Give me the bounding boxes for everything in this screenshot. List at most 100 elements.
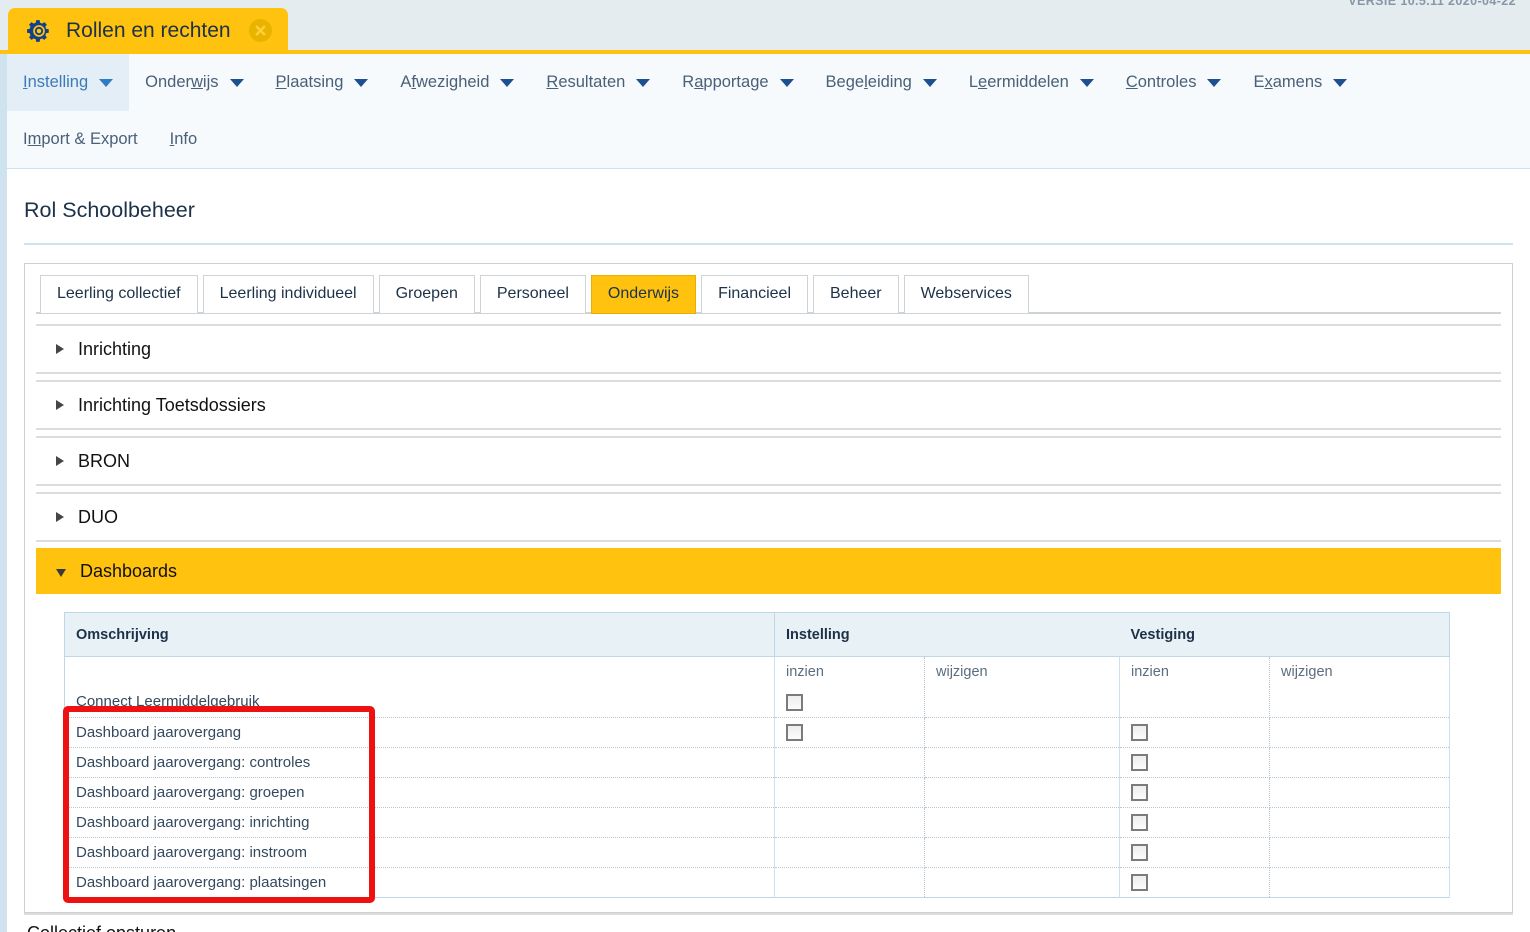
row-description: Dashboard jaarovergang: controles [64, 747, 775, 778]
triangle-right-icon [56, 344, 64, 354]
chevron-down-icon [1207, 78, 1222, 87]
nav-item-label: Leermiddelen [968, 73, 1069, 91]
triangle-down-icon [56, 568, 66, 577]
table-group-header-row: Omschrijving Instelling Vestiging [64, 612, 1450, 657]
nav-secondary-row: Import & Export Info [7, 111, 1530, 168]
checkbox-vestiging-inzien[interactable] [1131, 783, 1148, 801]
main-navigation: Instelling Onderwijs Plaatsing Afwezigheid R… [0, 54, 1530, 169]
nav-item-instelling[interactable]: Instelling [7, 54, 130, 111]
cell-instelling-wijzigen [924, 807, 1120, 838]
chevron-down-icon [500, 78, 515, 87]
nav-item-rapportage[interactable]: Rapportage [666, 54, 809, 111]
cell-instelling-wijzigen [924, 747, 1120, 778]
table-row: Dashboard jaarovergang [64, 717, 1450, 748]
accordion-label: BRON [78, 450, 131, 471]
tab-leerling-collectief[interactable]: Leerling collectief [40, 275, 198, 314]
nav-link-import-export[interactable]: Import & Export [23, 130, 138, 149]
cell-instelling-wijzigen [924, 867, 1120, 897]
tab-groepen[interactable]: Groepen [378, 275, 475, 314]
nav-item-label: Resultaten [546, 73, 626, 91]
nav-item-plaatsing[interactable]: Plaatsing [260, 54, 385, 111]
tab-webservices[interactable]: Webservices [903, 275, 1029, 314]
checkbox-instelling-inzien[interactable] [786, 693, 803, 711]
cell-instelling-inzien [774, 687, 925, 718]
cell-vestiging-wijzigen [1269, 837, 1450, 868]
accordion-header-inrichting[interactable]: Inrichting [36, 326, 1501, 372]
triangle-right-icon [56, 456, 64, 466]
nav-item-begeleiding[interactable]: Begeleiding [810, 54, 953, 111]
accordion-header-inrichting-toetsdossiers[interactable]: Inrichting Toetsdossiers [36, 382, 1501, 428]
nav-link-info[interactable]: Info [170, 130, 198, 149]
sub-header-vestiging-wijzigen: wijzigen [1269, 656, 1450, 687]
cell-vestiging-inzien [1119, 837, 1270, 868]
gear-icon [26, 18, 52, 44]
cell-instelling-wijzigen [924, 717, 1120, 748]
sub-header-vestiging-inzien: inzien [1119, 656, 1270, 687]
window-title: Rollen en rechten [66, 18, 231, 42]
nav-item-controles[interactable]: Controles [1110, 54, 1238, 111]
tab-personeel[interactable]: Personeel [479, 275, 586, 314]
tab-beheer[interactable]: Beheer [813, 275, 899, 314]
tab-financieel[interactable]: Financieel [701, 275, 808, 314]
checkbox-vestiging-inzien[interactable] [1131, 843, 1148, 861]
window-tab[interactable]: Rollen en rechten [8, 8, 288, 53]
chevron-down-icon [1079, 78, 1094, 87]
nav-item-resultaten[interactable]: Resultaten [530, 54, 666, 111]
cell-vestiging-inzien [1119, 807, 1270, 838]
table-sub-header-row: inzien wijzigen inzien wijzigen [64, 656, 1450, 687]
chevron-down-icon [99, 78, 114, 87]
checkbox-vestiging-inzien[interactable] [1131, 813, 1148, 831]
triangle-right-icon [56, 512, 64, 522]
tab-leerling-individueel[interactable]: Leerling individueel [202, 275, 374, 314]
nav-item-afwezigheid[interactable]: Afwezigheid [384, 54, 530, 111]
nav-item-examens[interactable]: Examens [1237, 54, 1363, 111]
row-description: Dashboard jaarovergang: instroom [64, 837, 775, 868]
row-description: Dashboard jaarovergang: groepen [64, 777, 775, 808]
nav-item-leermiddelen[interactable]: Leermiddelen [953, 54, 1110, 111]
accordion-section-duo: DUO [36, 492, 1501, 542]
checkbox-vestiging-inzien[interactable] [1131, 873, 1148, 891]
tab-onderwijs[interactable]: Onderwijs [590, 275, 697, 314]
checkbox-instelling-inzien[interactable] [786, 723, 803, 741]
page-body: Rol Schoolbeheer Leerling collectief Leer… [0, 169, 1530, 932]
row-description: Dashboard jaarovergang: plaatsingen [64, 867, 775, 897]
triangle-right-icon [56, 400, 64, 410]
cell-instelling-wijzigen [924, 687, 1120, 718]
cell-instelling-inzien [774, 807, 925, 838]
chevron-down-icon [1333, 78, 1348, 87]
accordion-section-dashboards: Dashboards Omschrijving Instelling Vestigin… [36, 548, 1501, 912]
accordion: Inrichting Inrichting Toetsdossiers BRON DU… [36, 324, 1501, 912]
chevron-down-icon [354, 78, 369, 87]
cell-vestiging-wijzigen [1269, 867, 1450, 897]
close-icon[interactable] [248, 19, 272, 42]
checkbox-vestiging-inzien[interactable] [1131, 753, 1148, 771]
nav-item-label: Afwezigheid [400, 73, 490, 91]
accordion-section-inrichting: Inrichting [36, 324, 1501, 374]
cell-instelling-wijzigen [924, 837, 1120, 868]
version-label: VERSIE 10.5.11 2020-04-22 [1348, 0, 1516, 8]
checkbox-vestiging-inzien[interactable] [1131, 723, 1148, 741]
sub-header-spacer [64, 656, 775, 687]
accordion-header-bron[interactable]: BRON [36, 438, 1501, 484]
cell-vestiging-inzien [1119, 687, 1270, 718]
nav-item-label: Rapportage [682, 73, 769, 91]
nav-item-label: Examens [1253, 73, 1323, 91]
table-row: Dashboard jaarovergang: inrichting [64, 807, 1450, 838]
table-row: Dashboard jaarovergang: plaatsingen [64, 867, 1450, 897]
permissions-table: Omschrijving Instelling Vestiging inzien wi… [64, 612, 1450, 898]
cell-vestiging-inzien [1119, 777, 1270, 808]
cell-vestiging-inzien [1119, 717, 1270, 748]
nav-item-onderwijs[interactable]: Onderwijs [129, 54, 259, 111]
bottom-section-divider [24, 912, 1513, 915]
cell-instelling-inzien [774, 837, 925, 868]
cell-instelling-wijzigen [924, 777, 1120, 808]
accordion-header-dashboards[interactable]: Dashboards [36, 548, 1501, 594]
permissions-card: Leerling collectief Leerling individueel G… [24, 263, 1513, 913]
cell-vestiging-inzien [1119, 747, 1270, 778]
accordion-header-duo[interactable]: DUO [36, 494, 1501, 540]
bottom-section-label[interactable]: Collectief opsturen [7, 923, 1530, 932]
sub-header-instelling-wijzigen: wijzigen [924, 656, 1120, 687]
chevron-down-icon [922, 78, 937, 87]
accordion-label: Inrichting Toetsdossiers [78, 394, 266, 415]
accordion-panel-dashboards: Omschrijving Instelling Vestiging inzien wi… [36, 594, 1501, 912]
